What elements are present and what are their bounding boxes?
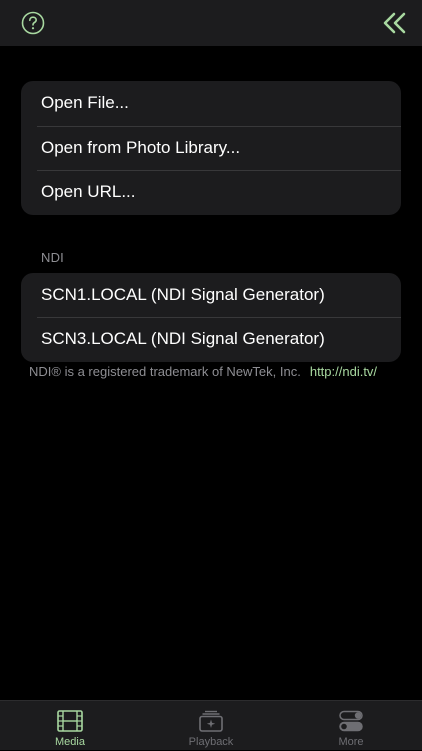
tab-media-label: Media <box>55 736 85 748</box>
ndi-section-header: NDI <box>41 250 64 265</box>
help-circle-icon <box>21 11 45 35</box>
trademark-text: NDI® is a registered trademark of NewTek… <box>29 364 301 379</box>
ndi-sources-group: SCN1.LOCAL (NDI Signal Generator) SCN3.L… <box>21 273 401 362</box>
film-icon <box>57 710 83 732</box>
tab-media[interactable]: Media <box>0 701 140 751</box>
open-menu-group: Open File... Open from Photo Library... … <box>21 81 401 215</box>
ndi-source-item[interactable]: SCN1.LOCAL (NDI Signal Generator) <box>21 273 401 317</box>
tab-playback[interactable]: Playback <box>141 701 281 751</box>
open-url-item[interactable]: Open URL... <box>21 170 401 215</box>
ndi-website-link[interactable]: http://ndi.tv/ <box>310 364 377 379</box>
tab-more[interactable]: More <box>281 701 421 751</box>
help-button[interactable] <box>21 11 45 35</box>
toggles-icon <box>339 710 363 732</box>
open-photo-library-item[interactable]: Open from Photo Library... <box>21 125 401 171</box>
top-bar <box>0 0 422 46</box>
collapse-sidebar-button[interactable] <box>382 11 408 35</box>
tab-bar: Media Playback More <box>0 700 422 750</box>
open-file-item[interactable]: Open File... <box>21 81 401 126</box>
ndi-trademark-footer: NDI® is a registered trademark of NewTek… <box>29 364 377 379</box>
tab-more-label: More <box>338 736 364 748</box>
ndi-source-item[interactable]: SCN3.LOCAL (NDI Signal Generator) <box>21 317 401 361</box>
playback-icon <box>199 710 223 732</box>
double-chevron-left-icon <box>383 12 406 34</box>
tab-playback-label: Playback <box>188 736 234 748</box>
